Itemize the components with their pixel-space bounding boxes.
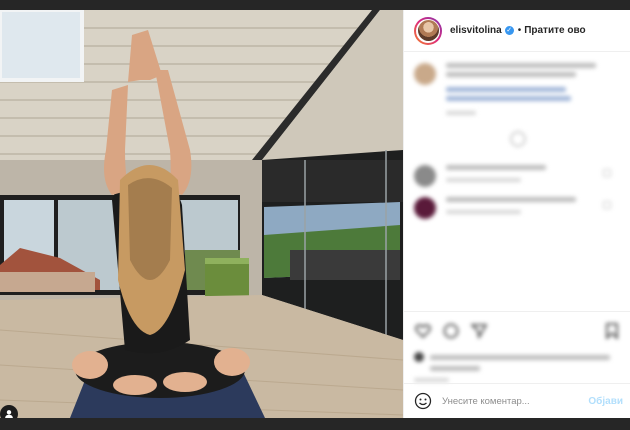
window-bottom-bar: [0, 418, 630, 430]
avatar[interactable]: [414, 16, 442, 45]
bookmark-icon[interactable]: [603, 322, 621, 340]
action-icons: [414, 320, 621, 342]
post-side-panel: elisvitolina ✓ • Пратите ово Унесите ком…: [403, 10, 630, 418]
window-top-bar: [0, 0, 630, 10]
post-actions: [404, 311, 630, 383]
user-tag-icon[interactable]: [0, 405, 18, 418]
post-photo[interactable]: [0, 10, 403, 418]
comment-bar: Објави: [404, 383, 630, 418]
comment-icon[interactable]: [442, 322, 460, 340]
likes-and-date: [414, 352, 621, 382]
follow-button[interactable]: Пратите ово: [524, 25, 585, 36]
share-icon[interactable]: [470, 322, 488, 340]
caption-row: [414, 63, 621, 119]
comment-row: [414, 165, 621, 187]
yoga-photo-illustration: [0, 10, 403, 418]
username-link[interactable]: elisvitolina: [450, 25, 502, 36]
load-more-icon: [414, 131, 621, 147]
heart-icon[interactable]: [414, 322, 432, 340]
verified-badge-icon: ✓: [504, 26, 514, 35]
comments-area-blurred: [404, 53, 630, 311]
post-comment-button[interactable]: Објави: [588, 396, 623, 407]
comment-input[interactable]: [442, 395, 589, 407]
post-header: elisvitolina ✓ • Пратите ово: [404, 10, 630, 52]
comment-row: [414, 197, 621, 219]
emoji-icon[interactable]: [414, 392, 432, 410]
separator-dot: •: [517, 25, 522, 36]
